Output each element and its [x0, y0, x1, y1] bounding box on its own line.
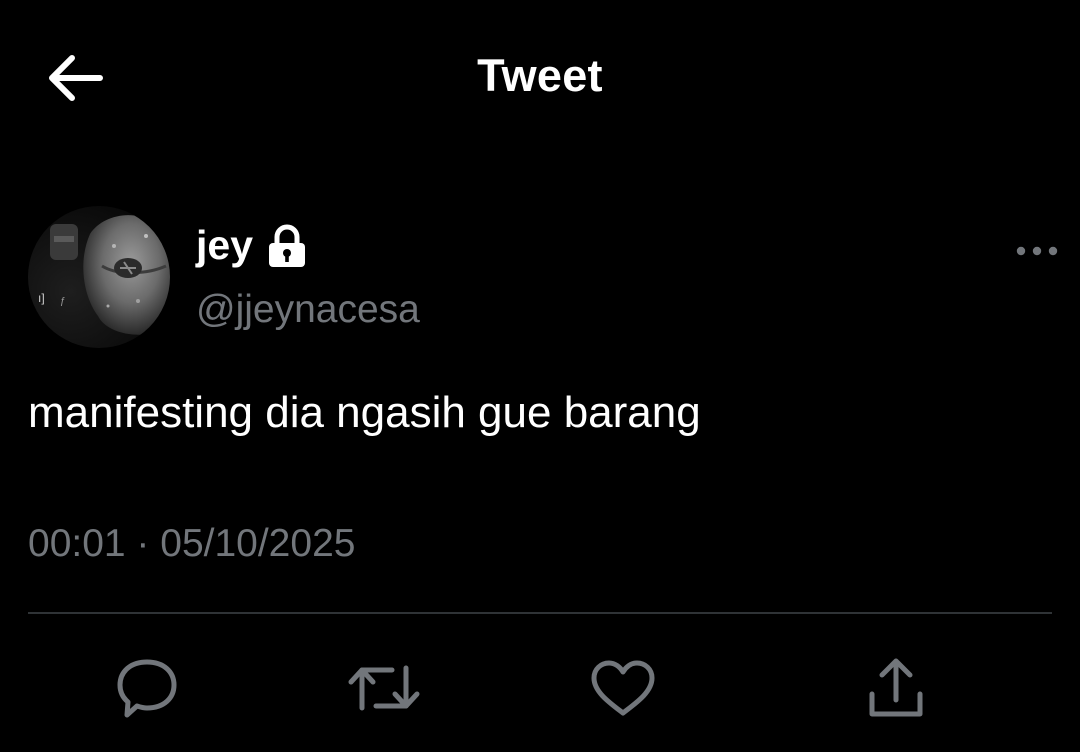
avatar-photo: ı] ƒ [28, 206, 170, 348]
page-title: Tweet [477, 50, 603, 101]
share-button[interactable] [860, 652, 932, 724]
avatar[interactable]: ı] ƒ [28, 206, 170, 348]
display-name: jey [196, 221, 253, 268]
tweet-text: manifesting dia ngasih gue barang [28, 388, 701, 437]
lock-icon [267, 224, 307, 268]
svg-text:ı]: ı] [38, 291, 45, 305]
author-name-row[interactable]: jey [196, 218, 307, 272]
like-button[interactable] [587, 652, 659, 724]
retweet-button[interactable] [348, 652, 420, 724]
author-handle[interactable]: @jjeynacesa [196, 288, 420, 332]
svg-text:ƒ: ƒ [60, 296, 66, 307]
share-icon [869, 658, 923, 717]
divider [28, 612, 1052, 614]
top-bar: Tweet [0, 0, 1080, 160]
more-options-button[interactable] [1004, 228, 1070, 274]
more-horizontal-icon [1016, 246, 1058, 256]
tweet-timestamp[interactable]: 00:01 · 05/10/2025 [28, 522, 355, 566]
heart-icon [591, 660, 655, 716]
reply-button[interactable] [111, 652, 183, 724]
reply-icon [117, 659, 177, 718]
retweet-icon [348, 665, 420, 711]
